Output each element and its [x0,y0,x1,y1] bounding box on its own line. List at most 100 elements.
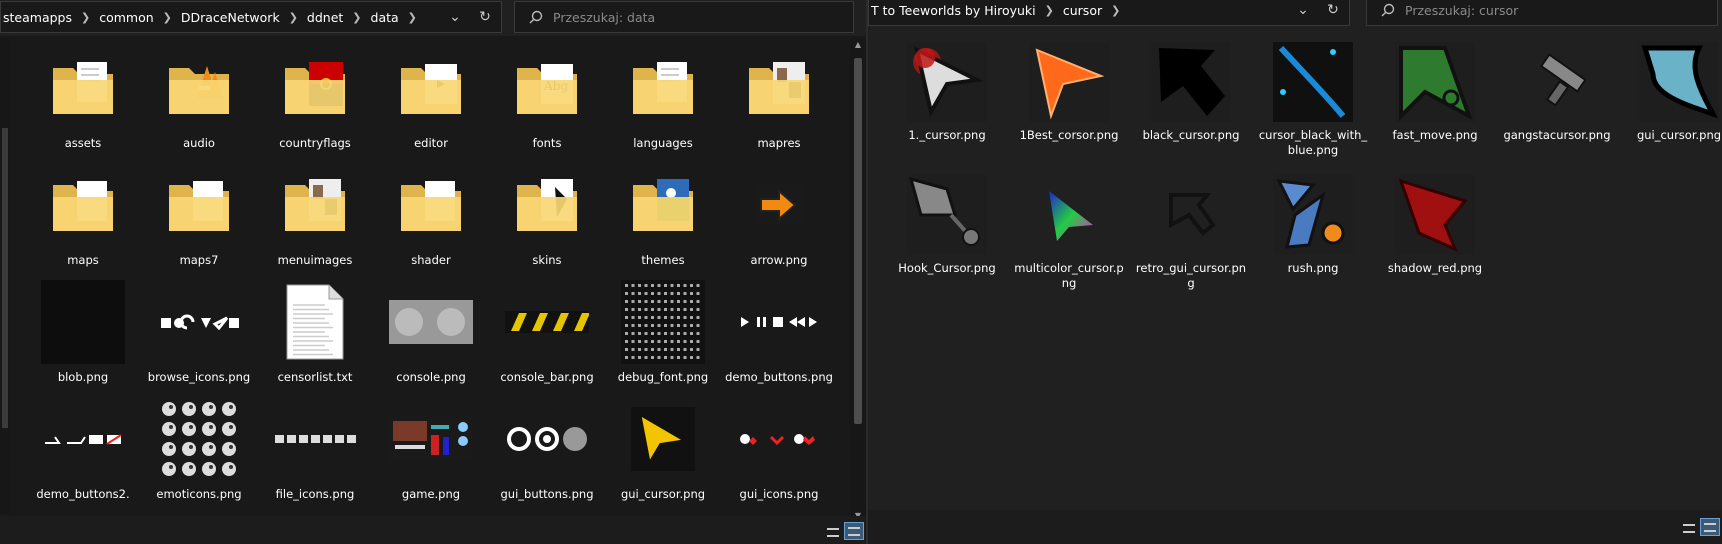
console-bar-thumb [497,274,597,370]
chevron-right-icon: ❯ [80,10,91,24]
file-item[interactable]: Abg fonts [489,40,605,157]
file-item[interactable]: gui_cursor.png [605,391,721,508]
file-name-label: gui_cursor.png [620,487,706,501]
file-item[interactable]: shadow_red.png [1374,169,1496,302]
file-name-label: menuimages [277,253,353,267]
file-item[interactable]: maps7 [141,157,257,274]
file-item[interactable]: demo_buttons2. [25,391,141,508]
file-item[interactable]: 1Best_corsor.png [1008,36,1130,169]
breadcrumb-common[interactable]: common [97,10,155,25]
text-file-icon [265,274,365,370]
file-item[interactable]: retro_gui_cursor.png [1130,169,1252,302]
history-dropdown-icon[interactable]: ⌄ [1289,0,1317,25]
gui-buttons-thumb [497,391,597,487]
breadcrumb-ddracenetwork[interactable]: DDraceNetwork [179,10,282,25]
file-name-label: censorlist.txt [277,370,353,384]
file-item[interactable]: fast_move.png [1374,36,1496,169]
breadcrumb-cursor[interactable]: cursor [1061,3,1104,18]
large-icons-view-button[interactable] [844,522,864,540]
demo-buttons2-thumb [33,391,133,487]
file-item[interactable]: censorlist.txt [257,274,373,391]
folder-image-icon [265,157,365,253]
explorer-window-cursor: T to Teeworlds by Hiroyuki ❯ cursor ❯ ⌄ ↻ … [866,0,1722,544]
file-name-label: mapres [757,136,801,150]
file-name-label: console.png [396,370,466,384]
breadcrumb-pack[interactable]: T to Teeworlds by Hiroyuki [869,3,1038,18]
file-item[interactable]: mapres [721,40,837,157]
navigation-pane-scrollbar[interactable] [0,38,10,514]
scrollbar-thumb[interactable] [854,58,862,424]
folder-flag-icon [265,40,365,136]
file-item[interactable]: game.png [373,391,489,508]
refresh-icon[interactable]: ↻ [471,2,499,32]
file-item[interactable]: gui_cursor.png [1618,36,1722,169]
search-icon [1381,3,1395,17]
file-item[interactable]: black_cursor.png [1130,36,1252,169]
file-item[interactable]: blob.png [25,274,141,391]
file-item[interactable]: audio [141,40,257,157]
file-item[interactable]: console_bar.png [489,274,605,391]
file-name-label: audio [183,136,215,150]
file-item[interactable]: gui_buttons.png [489,391,605,508]
console-thumb [381,274,481,370]
file-name-label: countryflags [279,136,351,150]
refresh-icon[interactable]: ↻ [1319,0,1347,25]
emoticons-thumb [149,391,249,487]
chevron-right-icon: ❯ [288,10,298,24]
file-item[interactable]: themes [605,157,721,274]
file-name-label: 1._cursor.png [908,128,986,142]
address-bar[interactable]: T to Teeworlds by Hiroyuki ❯ cursor ❯ ⌄ ↻ [868,0,1350,26]
file-name-label: Hook_Cursor.png [898,261,996,275]
file-item[interactable]: cursor_black_with_blue.png [1252,36,1374,169]
search-box[interactable]: Przeszukaj: data [514,1,854,33]
file-item[interactable]: multicolor_cursor.png [1008,169,1130,302]
search-placeholder: Przeszukaj: cursor [1405,2,1519,18]
scroll-up-arrow-icon[interactable]: ▲ [850,40,866,49]
file-item[interactable]: arrow.png [721,157,837,274]
breadcrumb-data[interactable]: data [369,10,401,25]
file-item[interactable]: debug_font.png [605,274,721,391]
file-item[interactable]: Hook_Cursor.png [886,169,1008,302]
history-dropdown-icon[interactable]: ⌄ [441,2,469,32]
file-item[interactable]: assets [25,40,141,157]
details-view-button[interactable] [1680,520,1698,536]
file-item[interactable]: menuimages [257,157,373,274]
folder-icon [149,157,249,253]
file-item[interactable]: console.png [373,274,489,391]
vertical-scrollbar[interactable]: ▲ ▼ [850,38,866,522]
breadcrumb-steamapps[interactable]: steamapps [1,10,74,25]
file-item[interactable]: languages [605,40,721,157]
file-item[interactable]: editor [373,40,489,157]
file-name-label: 1Best_corsor.png [1019,128,1119,142]
game-thumb [381,391,481,487]
breadcrumb-ddnet[interactable]: ddnet [305,10,345,25]
black-cursor-thumb [1145,36,1237,128]
details-view-button[interactable] [824,524,842,540]
status-bar [868,510,1722,544]
folder-arrow-icon [381,40,481,136]
file-item[interactable]: gangstacursor.png [1496,36,1618,169]
file-item[interactable]: file_icons.png [257,391,373,508]
file-item[interactable]: countryflags [257,40,373,157]
file-item[interactable]: browse_icons.png [141,274,257,391]
cyan-cursor-thumb [1633,36,1722,128]
file-item[interactable]: emoticons.png [141,391,257,508]
file-name-label: maps [67,253,99,267]
file-name-label: gui_buttons.png [500,487,594,501]
file-item[interactable]: gui_icons.png [721,391,837,508]
navigation-bar: T to Teeworlds by Hiroyuki ❯ cursor ❯ ⌄ ↻ … [868,0,1722,36]
large-icons-view-button[interactable] [1700,518,1720,536]
file-name-label: demo_buttons2. [36,487,130,501]
address-bar[interactable]: steamapps ❯ common ❯ DDraceNetwork ❯ ddnet ❯… [0,1,502,33]
file-item[interactable]: shader [373,157,489,274]
file-name-label: shadow_red.png [1387,261,1483,275]
file-name-label: gui_icons.png [739,487,819,501]
chevron-right-icon: ❯ [407,10,417,24]
file-item[interactable]: maps [25,157,141,274]
file-item[interactable]: skins [489,157,605,274]
file-item[interactable]: rush.png [1252,169,1374,302]
search-box[interactable]: Przeszukaj: cursor [1366,0,1718,26]
file-item[interactable]: demo_buttons.png [721,274,837,391]
file-item[interactable]: 1._cursor.png [886,36,1008,169]
file-name-label: skins [532,253,562,267]
